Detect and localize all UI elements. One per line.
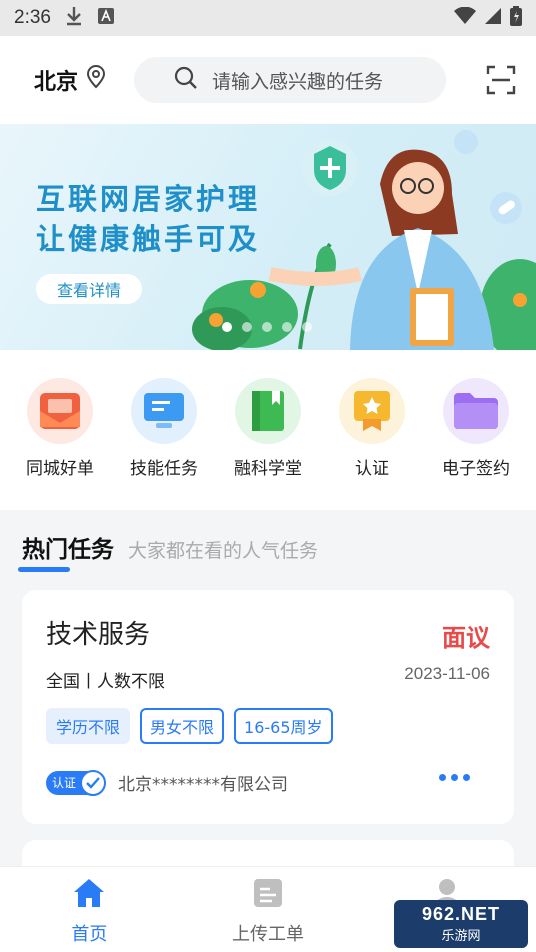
tag-gender: 男女不限 xyxy=(140,708,225,744)
home-icon xyxy=(72,877,106,914)
folder-icon xyxy=(443,378,509,444)
signal-icon xyxy=(484,7,502,30)
quick-entry-label: 认证 xyxy=(355,459,389,479)
quick-entry-local-orders[interactable]: 同城好单 xyxy=(12,378,108,510)
quick-entry-grid: 同城好单 技能任务 融科学堂 认证 电子签约 xyxy=(0,350,536,510)
app-notification-icon xyxy=(97,7,115,30)
tab-home[interactable]: 首页 xyxy=(0,867,179,952)
quick-entry-academy[interactable]: 融科学堂 xyxy=(220,378,316,510)
quick-entry-e-sign[interactable]: 电子签约 xyxy=(428,378,524,510)
banner-headline-1: 互联网居家护理 xyxy=(36,182,261,216)
search-input[interactable]: 请输入感兴趣的任务 xyxy=(134,57,447,103)
tag-education: 学历不限 xyxy=(46,708,131,744)
banner-dot[interactable] xyxy=(222,322,232,332)
tab-upload[interactable]: 上传工单 xyxy=(179,867,358,952)
task-card[interactable]: 技术服务 面议 全国丨人数不限 2023-11-06 学历不限 男女不限 16-… xyxy=(22,590,514,824)
tab-label: 上传工单 xyxy=(232,924,304,945)
quick-entry-label: 同城好单 xyxy=(26,459,94,479)
quick-entry-label: 电子签约 xyxy=(442,459,510,479)
search-icon xyxy=(174,66,198,95)
hot-tasks-header: 热门任务 大家都在看的人气任务 xyxy=(18,530,319,572)
quick-entry-label: 融科学堂 xyxy=(234,459,302,479)
quick-entry-label: 技能任务 xyxy=(130,459,198,479)
wifi-icon xyxy=(454,6,476,30)
watermark-sub: 乐游网 xyxy=(441,928,481,943)
verified-label: 认证 xyxy=(52,776,77,790)
site-watermark-logo: 962.NET 乐游网 xyxy=(394,900,528,948)
mail-icon xyxy=(27,378,93,444)
battery-icon xyxy=(510,5,522,31)
task-price: 面议 xyxy=(442,624,490,652)
promo-banner[interactable]: 互联网居家护理 让健康触手可及 查看详情 xyxy=(0,124,536,350)
section-title: 热门任务 xyxy=(18,530,114,572)
banner-pagination xyxy=(222,322,312,332)
city-name: 北京 xyxy=(34,70,79,95)
status-time: 2:36 xyxy=(14,7,51,28)
scan-icon[interactable] xyxy=(486,65,516,95)
company-name: 北京********有限公司 xyxy=(118,775,288,795)
banner-detail-button[interactable]: 查看详情 xyxy=(36,274,142,304)
watermark-brand: 962.NET xyxy=(421,904,501,924)
location-pin-icon xyxy=(86,65,106,95)
banner-dot[interactable] xyxy=(302,322,312,332)
search-placeholder: 请输入感兴趣的任务 xyxy=(212,70,384,93)
task-company: 认证 北京********有限公司 xyxy=(46,769,288,796)
quick-entry-certification[interactable]: 认证 xyxy=(324,378,420,510)
banner-dot[interactable] xyxy=(282,322,292,332)
certificate-icon xyxy=(339,378,405,444)
verified-badge: 认证 xyxy=(46,769,106,796)
monitor-icon xyxy=(131,378,197,444)
banner-dot[interactable] xyxy=(262,322,272,332)
more-options-icon[interactable] xyxy=(439,774,470,781)
status-bar: 2:36 xyxy=(0,0,536,36)
book-icon xyxy=(235,378,301,444)
document-upload-icon xyxy=(252,877,284,914)
section-subtitle: 大家都在看的人气任务 xyxy=(128,540,319,562)
task-title: 技术服务 xyxy=(46,620,151,650)
banner-dot[interactable] xyxy=(242,322,252,332)
top-header: 北京 请输入感兴趣的任务 xyxy=(0,36,536,124)
city-selector[interactable]: 北京 xyxy=(34,64,106,96)
tab-label: 首页 xyxy=(71,924,108,945)
download-icon xyxy=(65,6,83,31)
task-tags: 学历不限 男女不限 16-65周岁 xyxy=(46,708,490,744)
task-date: 2023-11-06 xyxy=(404,664,490,683)
check-icon xyxy=(80,769,106,796)
tag-age: 16-65周岁 xyxy=(234,708,333,744)
banner-headline-2: 让健康触手可及 xyxy=(36,222,261,256)
quick-entry-skill-tasks[interactable]: 技能任务 xyxy=(116,378,212,510)
